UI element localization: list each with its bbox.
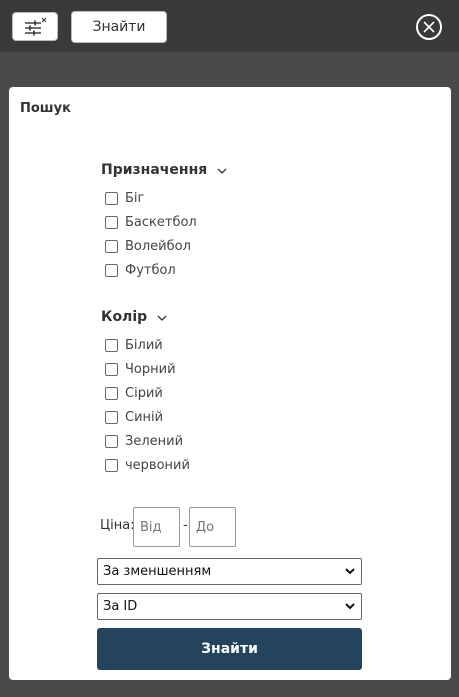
option-label: Сірий (125, 385, 163, 401)
option-label: Білий (125, 337, 163, 353)
option-label: Футбол (125, 262, 176, 278)
checkbox[interactable] (105, 410, 118, 424)
checkbox[interactable] (105, 386, 118, 400)
color-option-white[interactable]: Білий (105, 335, 163, 355)
close-icon (423, 18, 435, 37)
chevron-down-icon (345, 599, 355, 614)
checkbox[interactable] (105, 338, 118, 352)
option-label: Волейбол (125, 238, 191, 254)
close-button[interactable] (416, 14, 442, 40)
submit-search-button[interactable]: Знайти (97, 628, 362, 670)
checkbox[interactable] (105, 191, 118, 205)
price-label: Ціна: (100, 518, 135, 533)
purpose-filter-label: Призначення (101, 162, 208, 178)
purpose-option-volleyball[interactable]: Волейбол (105, 236, 191, 256)
option-label: Зелений (125, 433, 184, 449)
checkbox[interactable] (105, 215, 118, 229)
purpose-option-running[interactable]: Біг (105, 188, 144, 208)
panel-title: Пошук (20, 101, 71, 116)
checkbox[interactable] (105, 362, 118, 376)
filter-toggle-button[interactable] (12, 12, 58, 41)
option-label: Баскетбол (125, 214, 197, 230)
top-search-button[interactable]: Знайти (71, 11, 167, 43)
price-range-dash: - (183, 518, 188, 533)
sort-field-value: За ID (103, 599, 138, 614)
color-option-green[interactable]: Зелений (105, 431, 183, 451)
chevron-down-icon (157, 309, 167, 325)
checkbox[interactable] (105, 239, 118, 253)
checkbox[interactable] (105, 434, 118, 448)
color-option-red[interactable]: червоний (105, 455, 190, 475)
purpose-option-football[interactable]: Футбол (105, 260, 176, 280)
price-from-input[interactable] (133, 507, 180, 547)
chevron-down-icon (217, 162, 227, 178)
checkbox[interactable] (105, 458, 118, 472)
sort-field-select[interactable]: За ID (97, 593, 362, 620)
option-label: Синій (125, 409, 164, 425)
sort-direction-select[interactable]: За зменшенням (97, 558, 362, 585)
option-label: червоний (125, 457, 190, 473)
top-toolbar: Знайти (0, 0, 459, 52)
color-filter-header[interactable]: Колір (101, 309, 167, 325)
purpose-option-basketball[interactable]: Баскетбол (105, 212, 197, 232)
color-option-blue[interactable]: Синій (105, 407, 163, 427)
sort-direction-value: За зменшенням (103, 564, 212, 579)
option-label: Чорний (125, 361, 176, 377)
color-filter-label: Колір (101, 309, 148, 325)
checkbox[interactable] (105, 263, 118, 277)
price-to-input[interactable] (189, 507, 236, 547)
purpose-filter-header[interactable]: Призначення (101, 162, 227, 178)
color-option-grey[interactable]: Сірий (105, 383, 163, 403)
search-panel: Пошук Призначення Біг Баскетбол Волейбол… (9, 87, 451, 680)
chevron-down-icon (345, 564, 355, 579)
color-option-black[interactable]: Чорний (105, 359, 176, 379)
option-label: Біг (125, 190, 145, 206)
sliders-icon (22, 17, 48, 37)
